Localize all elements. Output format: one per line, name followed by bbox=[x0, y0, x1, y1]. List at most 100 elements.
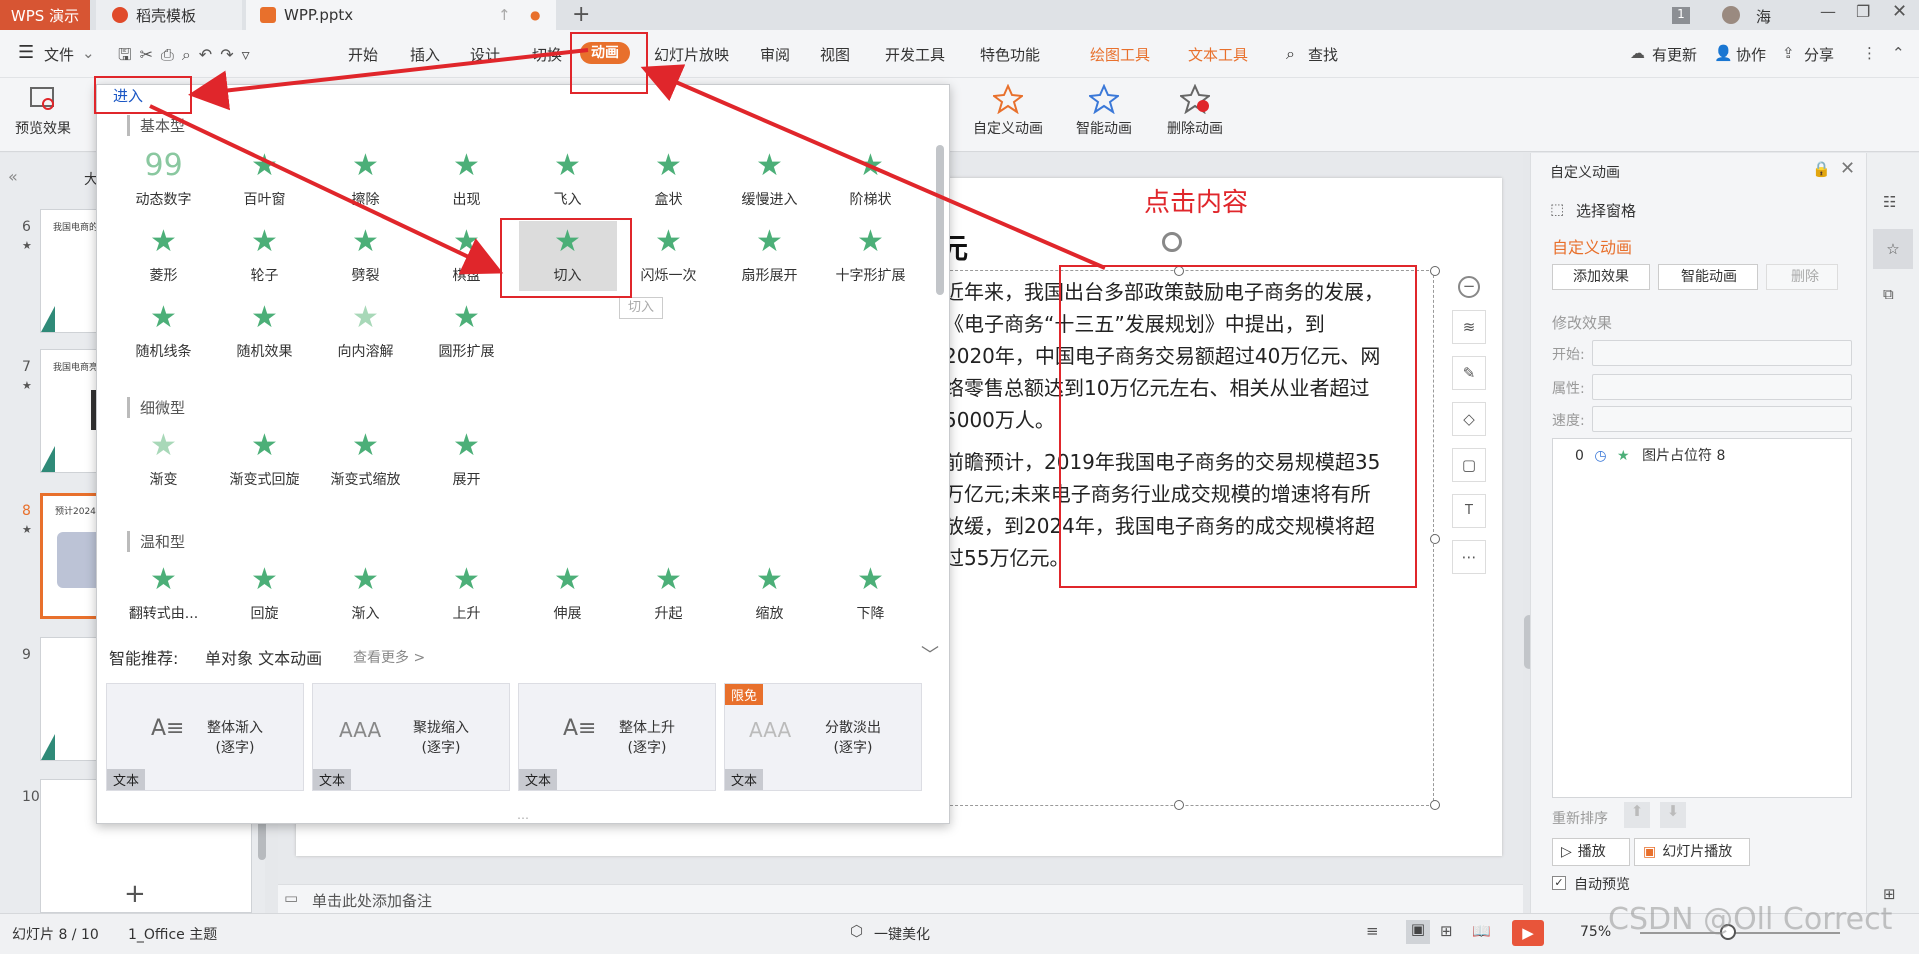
outline-icon[interactable]: ▢ bbox=[1452, 448, 1486, 482]
resize-handle[interactable] bbox=[1430, 534, 1440, 544]
effect-fade-zoom[interactable]: ★ 渐变式缩放 bbox=[315, 429, 416, 489]
more-icon[interactable]: ⋮ bbox=[1862, 44, 1877, 62]
normal-view-icon[interactable]: ▣ bbox=[1406, 920, 1430, 944]
pane-delete-button[interactable]: 删除 bbox=[1766, 264, 1838, 290]
tab-daoke-template[interactable]: 稻壳模板 bbox=[96, 0, 242, 30]
notes-toggle-icon[interactable]: ≡ bbox=[1366, 922, 1379, 940]
restore-icon[interactable]: ❐ bbox=[1856, 2, 1870, 21]
upload-icon[interactable]: ↑ bbox=[498, 6, 511, 24]
new-tab-button[interactable]: + bbox=[572, 2, 590, 27]
menu-text-tools[interactable]: 文本工具 bbox=[1188, 44, 1248, 65]
play-button[interactable]: ▷ 播放 bbox=[1552, 838, 1630, 866]
settings-sliders-icon[interactable]: ☷ bbox=[1883, 193, 1896, 211]
menu-insert[interactable]: 插入 bbox=[410, 44, 440, 65]
menu-view[interactable]: 视图 bbox=[820, 44, 850, 65]
move-down-icon[interactable]: ⬇ bbox=[1660, 802, 1686, 828]
avatar[interactable] bbox=[1722, 6, 1740, 24]
effect-box[interactable]: ★ 盒状 bbox=[618, 149, 719, 209]
menu-features[interactable]: 特色功能 bbox=[980, 44, 1040, 65]
animation-list[interactable]: 0 ◷ ★ 图片占位符 8 bbox=[1552, 438, 1852, 798]
hamburger-icon[interactable]: ☰ bbox=[18, 42, 34, 63]
effect-ease-in[interactable]: ★ 渐入 bbox=[315, 563, 416, 623]
effect-expand[interactable]: ★ 展开 bbox=[416, 429, 517, 489]
lock-icon[interactable]: 🔒 bbox=[1812, 160, 1831, 178]
collab-icon[interactable]: 👤 bbox=[1714, 44, 1733, 62]
effect-dissolve-in[interactable]: ★ 向内溶解 bbox=[315, 301, 416, 361]
collab-label[interactable]: 协作 bbox=[1736, 44, 1766, 65]
add-effect-button[interactable]: 添加效果 bbox=[1552, 264, 1650, 290]
collapse-icon[interactable]: − bbox=[1458, 276, 1480, 298]
smart-card[interactable]: AAA 聚拢缩入 (逐字) 文本 bbox=[312, 683, 510, 791]
property-select[interactable] bbox=[1592, 374, 1852, 400]
chevron-down-icon[interactable]: ⌄ bbox=[82, 44, 95, 62]
resize-handle[interactable] bbox=[1430, 266, 1440, 276]
minimize-icon[interactable]: — bbox=[1820, 2, 1836, 21]
preview-effect-button[interactable]: 预览效果 bbox=[10, 84, 76, 138]
search-icon[interactable]: ⌕ bbox=[1286, 44, 1295, 64]
smart-card[interactable]: A≡ 整体上升 (逐字) 文本 bbox=[518, 683, 716, 791]
effect-diamond[interactable]: ★ 菱形 bbox=[113, 225, 214, 285]
chevron-down-icon[interactable]: ﹀ bbox=[921, 641, 939, 667]
pane-smart-anim-button[interactable]: 智能动画 bbox=[1658, 264, 1758, 290]
effect-zoom[interactable]: ★ 缩放 bbox=[719, 563, 820, 623]
app-tab[interactable]: WPS 演示 bbox=[0, 0, 90, 30]
effect-wipe[interactable]: ★ 擦除 bbox=[315, 149, 416, 209]
effect-fan[interactable]: ★ 扇形展开 bbox=[719, 225, 820, 285]
search-label[interactable]: 查找 bbox=[1308, 44, 1338, 65]
menu-slideshow[interactable]: 幻灯片放映 bbox=[654, 44, 729, 65]
quick-access-icons[interactable]: 🖫✂⎙⌕↶↷▿ bbox=[118, 44, 258, 71]
theme-name[interactable]: 1_Office 主题 bbox=[128, 924, 217, 944]
share-icon[interactable]: ⇪ bbox=[1782, 44, 1795, 62]
menu-design[interactable]: 设计 bbox=[470, 44, 500, 65]
sorter-view-icon[interactable]: ⊞ bbox=[1440, 922, 1453, 940]
share-label[interactable]: 分享 bbox=[1804, 44, 1834, 65]
effect-split[interactable]: ★ 劈裂 bbox=[315, 225, 416, 285]
effect-wheel[interactable]: ★ 轮子 bbox=[214, 225, 315, 285]
smart-animation-button[interactable]: 智能动画 bbox=[1066, 84, 1142, 138]
auto-preview-checkbox[interactable]: ✓ bbox=[1552, 876, 1566, 890]
start-select[interactable] bbox=[1592, 340, 1852, 366]
tab-wpp-file[interactable]: WPP.pptx ↑ ● bbox=[246, 0, 556, 30]
pane-title[interactable]: 自定义动画 bbox=[1550, 162, 1620, 182]
effect-flip[interactable]: ★ 翻转式由... bbox=[113, 563, 214, 623]
rotate-handle-icon[interactable] bbox=[1162, 232, 1182, 252]
effect-stretch[interactable]: ★ 伸展 bbox=[517, 563, 618, 623]
list-item[interactable]: 0 ◷ ★ 图片占位符 8 bbox=[1575, 445, 1725, 465]
effect-spinner[interactable]: ★ 回旋 bbox=[214, 563, 315, 623]
effect-appear[interactable]: ★ 出现 bbox=[416, 149, 517, 209]
effect-circle[interactable]: ★ 圆形扩展 bbox=[416, 301, 517, 361]
effect-ascend[interactable]: ★ 上升 bbox=[416, 563, 517, 623]
more-options-icon[interactable]: ⋯ bbox=[1452, 540, 1486, 574]
effect-step[interactable]: ★ 阶梯状 bbox=[820, 149, 921, 209]
update-icon[interactable]: ☁ bbox=[1630, 44, 1645, 62]
custom-animation-button[interactable]: 自定义动画 bbox=[966, 84, 1050, 138]
effect-fly-in[interactable]: ★ 飞入 bbox=[517, 149, 618, 209]
smart-card[interactable]: 限免 AAA 分散淡出 (逐字) 文本 bbox=[724, 683, 922, 791]
effect-random-bars[interactable]: ★ 随机线条 bbox=[113, 301, 214, 361]
fill-icon[interactable]: ◇ bbox=[1452, 402, 1486, 436]
see-more-link[interactable]: 查看更多 > bbox=[353, 647, 425, 667]
menu-developer[interactable]: 开发工具 bbox=[885, 44, 945, 65]
speed-select[interactable] bbox=[1592, 406, 1852, 432]
notes-bar[interactable]: ▭ 单击此处添加备注 bbox=[278, 884, 1523, 913]
effect-blinds[interactable]: ★ 百叶窗 bbox=[214, 149, 315, 209]
pen-icon[interactable]: ✎ bbox=[1452, 356, 1486, 390]
effect-descend[interactable]: ★ 下降 bbox=[820, 563, 921, 623]
effect-random[interactable]: ★ 随机效果 bbox=[214, 301, 315, 361]
zoom-level[interactable]: 75% bbox=[1580, 924, 1611, 940]
move-up-icon[interactable]: ⬆ bbox=[1624, 802, 1650, 828]
menu-transition[interactable]: 切换 bbox=[532, 44, 562, 65]
collapse-ribbon-icon[interactable]: ⌃ bbox=[1892, 44, 1905, 62]
animation-pane-icon[interactable]: ☆ bbox=[1873, 229, 1913, 269]
resize-handle[interactable] bbox=[1174, 800, 1184, 810]
text-box-icon[interactable]: T bbox=[1452, 494, 1486, 528]
select-pane-link[interactable]: 选择窗格 bbox=[1576, 200, 1636, 221]
apps-grid-icon[interactable]: ⊞ bbox=[1883, 885, 1896, 903]
effect-fade[interactable]: ★ 渐变 bbox=[113, 429, 214, 489]
menu-review[interactable]: 审阅 bbox=[760, 44, 790, 65]
collapse-panel-icon[interactable]: « bbox=[8, 167, 18, 186]
beautify-button[interactable]: 一键美化 bbox=[874, 924, 930, 944]
menu-start[interactable]: 开始 bbox=[348, 44, 378, 65]
badge[interactable]: 1 bbox=[1672, 7, 1690, 24]
close-icon[interactable]: ✕ bbox=[1892, 1, 1907, 22]
